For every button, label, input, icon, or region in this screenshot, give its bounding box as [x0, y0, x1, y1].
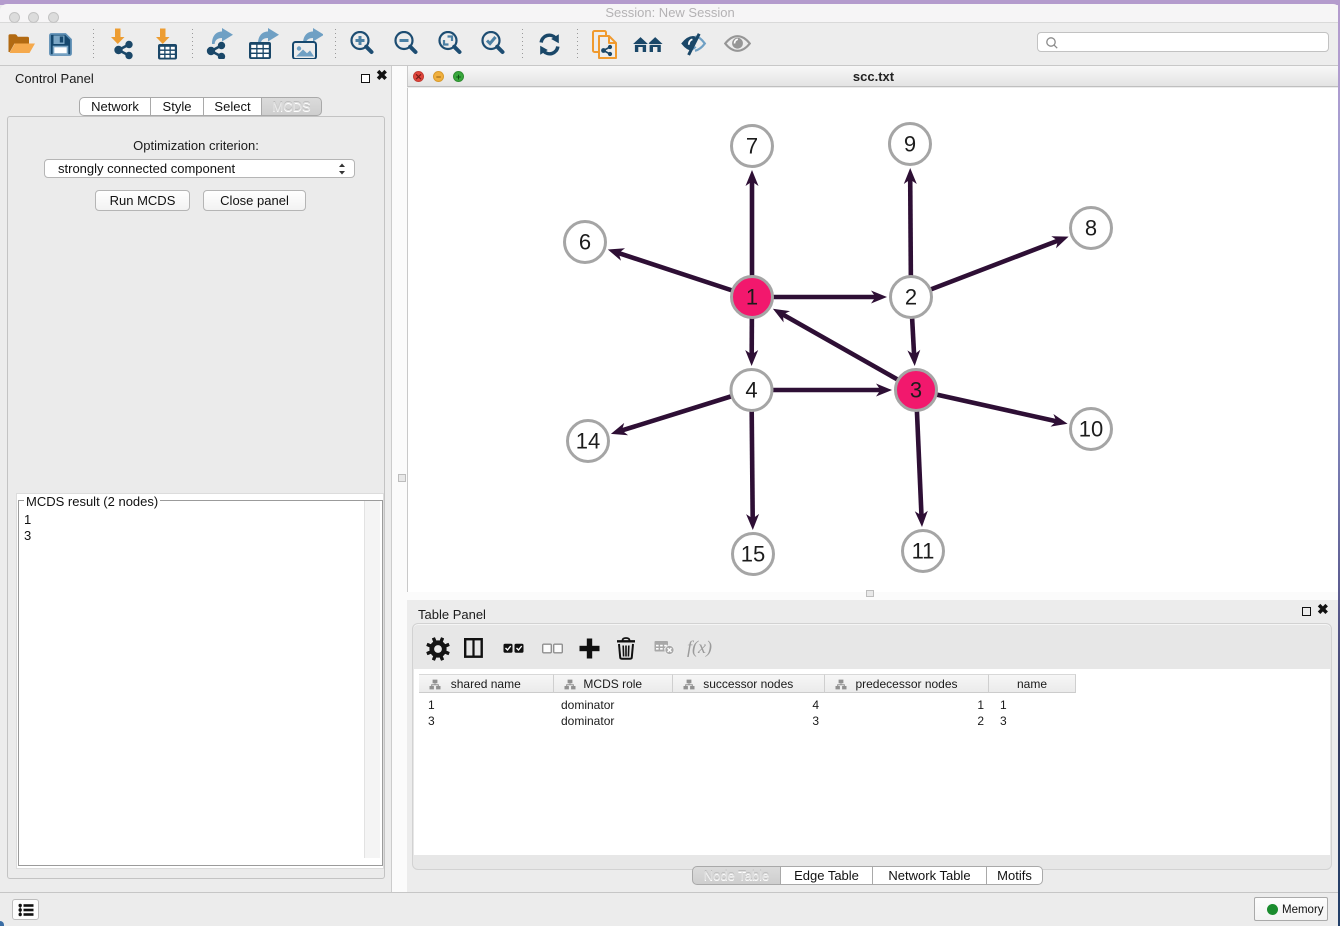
- svg-text:8: 8: [1085, 216, 1097, 241]
- svg-text:2: 2: [905, 285, 917, 310]
- svg-text:14: 14: [576, 429, 600, 454]
- svg-text:15: 15: [741, 542, 765, 567]
- svg-text:6: 6: [579, 230, 591, 255]
- svg-text:11: 11: [912, 539, 935, 564]
- svg-text:1: 1: [746, 285, 758, 310]
- svg-text:9: 9: [904, 132, 916, 157]
- svg-text:10: 10: [1079, 417, 1103, 442]
- svg-text:4: 4: [745, 378, 757, 403]
- svg-text:3: 3: [910, 378, 922, 403]
- svg-text:7: 7: [746, 134, 758, 159]
